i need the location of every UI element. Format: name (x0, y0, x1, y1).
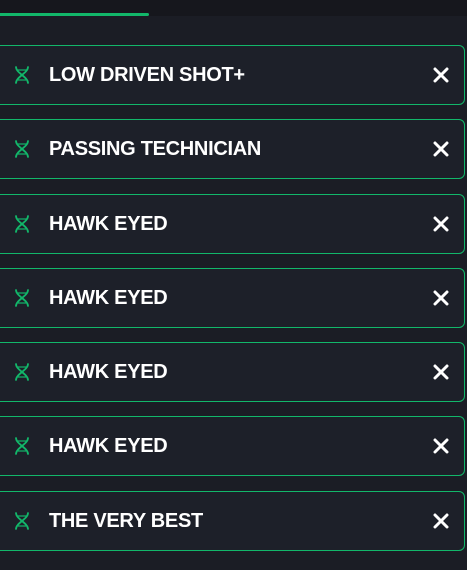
trait-row[interactable]: HAWK EYED (0, 342, 465, 402)
close-icon (433, 438, 449, 454)
dna-icon (11, 213, 33, 235)
trait-label: HAWK EYED (49, 360, 168, 383)
remove-trait-button[interactable] (430, 64, 452, 86)
trait-label: HAWK EYED (49, 434, 168, 457)
dna-icon (11, 64, 33, 86)
close-icon (433, 290, 449, 306)
remove-trait-button[interactable] (430, 435, 452, 457)
dna-icon (11, 435, 33, 457)
trait-row[interactable]: LOW DRIVEN SHOT+ (0, 45, 465, 105)
remove-trait-button[interactable] (430, 138, 452, 160)
dna-icon (11, 510, 33, 532)
close-icon (433, 67, 449, 83)
remove-trait-button[interactable] (430, 361, 452, 383)
close-icon (433, 141, 449, 157)
close-icon (433, 216, 449, 232)
trait-row[interactable]: HAWK EYED (0, 416, 465, 476)
trait-label: HAWK EYED (49, 212, 168, 235)
trait-row[interactable]: HAWK EYED (0, 268, 465, 328)
remove-trait-button[interactable] (430, 510, 452, 532)
trait-row[interactable]: PASSING TECHNICIAN (0, 119, 465, 179)
dna-icon (11, 361, 33, 383)
remove-trait-button[interactable] (430, 213, 452, 235)
remove-trait-button[interactable] (430, 287, 452, 309)
close-icon (433, 513, 449, 529)
trait-row[interactable]: HAWK EYED (0, 194, 465, 254)
tab-bar (0, 0, 467, 16)
trait-label: HAWK EYED (49, 286, 168, 309)
trait-label: PASSING TECHNICIAN (49, 137, 262, 160)
trait-row[interactable]: THE VERY BEST (0, 491, 465, 551)
close-icon (433, 364, 449, 380)
trait-label: THE VERY BEST (49, 509, 203, 532)
active-tab-indicator (0, 13, 149, 16)
trait-label: LOW DRIVEN SHOT+ (49, 63, 245, 86)
dna-icon (11, 287, 33, 309)
dna-icon (11, 138, 33, 160)
